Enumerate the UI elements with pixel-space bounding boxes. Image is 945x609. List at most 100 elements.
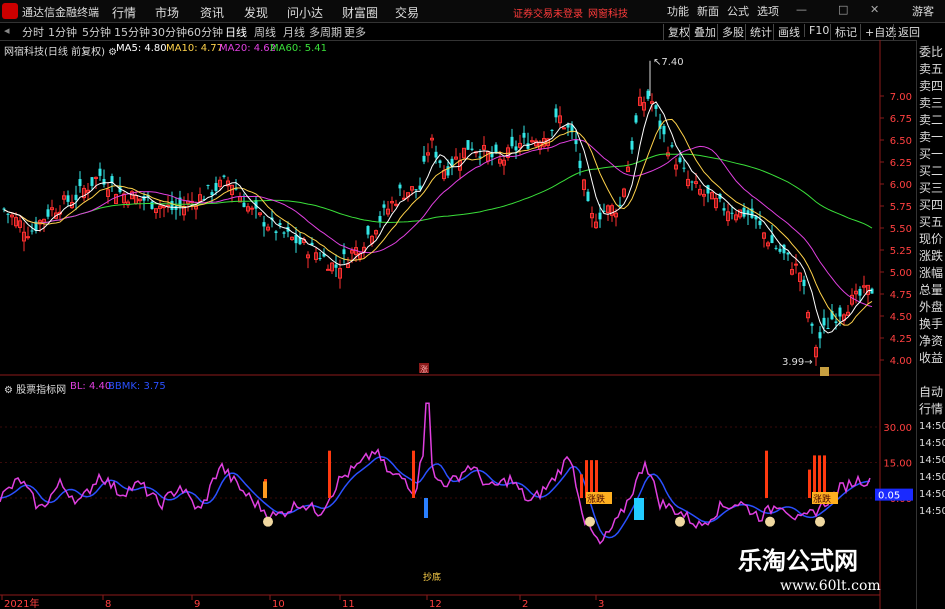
candle-body-down [74, 194, 78, 200]
date-label: 2 [522, 599, 528, 609]
candle-body-down [378, 216, 382, 223]
tab-30min[interactable]: 30分钟 [151, 24, 187, 40]
stock-name: 网宿科技 [4, 47, 44, 58]
menu-shichang[interactable]: 市场 [155, 4, 179, 21]
candle-body-down [294, 234, 298, 244]
side-time-label: 14:50 [919, 489, 945, 500]
candle-body-down [210, 192, 214, 196]
menu-faxian[interactable]: 发现 [244, 4, 268, 21]
broker-link[interactable]: 网窗科技 [588, 5, 628, 20]
candle-body-down [494, 144, 498, 153]
price-label: 6.25 [890, 158, 912, 169]
candle-body-up [250, 207, 254, 210]
candle-body-down [678, 157, 682, 163]
price-label: 6.75 [890, 114, 912, 125]
guest-label[interactable]: 游客 [912, 3, 934, 19]
candle-body-down [262, 222, 266, 227]
signal-bar-red [580, 474, 583, 498]
btn-xinmian[interactable]: 新面 [697, 3, 719, 19]
candle-body-down [522, 132, 526, 138]
candle-body-down [478, 156, 482, 158]
bbmk-line [0, 456, 871, 539]
price-label: 6.50 [890, 136, 912, 147]
candle-body-down [706, 185, 710, 194]
tab-week[interactable]: 周线 [254, 24, 276, 40]
candle-body-down [550, 129, 554, 131]
btn-fanhui[interactable]: 返回 [893, 24, 920, 40]
quote-side-panel: 委比 卖五 卖四 卖三 卖二 卖一 买一 买二 买三 买四 买五 现价 涨跌 涨幅 总量 外盘 换手 净资 收益 自动… [916, 40, 945, 609]
candle-body-down [730, 212, 734, 214]
tab-month[interactable]: 月线 [283, 24, 305, 40]
price-label: 4.50 [890, 312, 912, 323]
tab-fenshi[interactable]: 分时 [22, 24, 44, 40]
watermark-url: www.60lt.com [780, 578, 881, 594]
price-label: 6.00 [890, 180, 912, 191]
price-label: 5.00 [890, 268, 912, 279]
date-label: 10 [272, 599, 285, 609]
candle-body-up [394, 203, 398, 206]
btn-tongji[interactable]: 统计 [745, 24, 772, 40]
btn-diejia[interactable]: 叠加 [689, 24, 716, 40]
minimize-icon[interactable]: — [796, 3, 807, 16]
candle-body-down [206, 184, 210, 186]
candle-body-down [586, 191, 590, 202]
menu-caifuquan[interactable]: 财富圈 [342, 4, 378, 21]
kline-chart[interactable]: ↖7.40 3.99→ 涨 涨跌 涨跌抄底 7.00 6.75 6.50 6.25 6.00 5… [0, 40, 916, 609]
login-notice[interactable]: 证券交易未登录 [513, 5, 583, 20]
side-time-label: 行情 [919, 402, 944, 416]
tab-5min[interactable]: 5分钟 [82, 24, 111, 40]
signal-bar-blue [424, 498, 428, 518]
signal-bar-orange [263, 481, 267, 498]
candle-body-down [834, 321, 838, 323]
bl-line [0, 402, 871, 545]
candle-body-down [78, 179, 82, 187]
btn-xuanxiang[interactable]: 选项 [757, 3, 779, 19]
close-icon[interactable]: ✕ [870, 3, 879, 16]
btn-gongshi[interactable]: 公式 [727, 3, 749, 19]
candle-body-down [318, 258, 322, 260]
ma20-legend: MA20: 4.62 [219, 43, 277, 54]
tab-1min[interactable]: 1分钟 [48, 24, 77, 40]
side-quote-label: 卖四 [919, 79, 944, 93]
marker-box [820, 367, 829, 376]
btn-biaoji[interactable]: 标记 [830, 24, 857, 40]
price-label: 7.00 [890, 92, 912, 103]
settings-icon[interactable]: ⚙ [4, 385, 13, 396]
tab-more[interactable]: 更多 [344, 24, 366, 40]
btn-f10[interactable]: F10 [804, 24, 829, 37]
side-quote-label: 买四 [919, 198, 944, 212]
candle-body-down [278, 222, 282, 226]
candle-body-down [46, 209, 50, 217]
ind-label: 30.00 [883, 423, 912, 434]
menu-hangqing[interactable]: 行情 [112, 4, 136, 21]
tab-day[interactable]: 日线 [225, 24, 247, 40]
tab-15min[interactable]: 15分钟 [114, 24, 150, 40]
menu-zixun[interactable]: 资讯 [200, 4, 224, 21]
high-label: ↖7.40 [653, 57, 684, 68]
candle-body-down [826, 327, 830, 329]
candle-body-down [382, 204, 386, 208]
app-title: 通达信金融终端 [22, 6, 99, 19]
stock-name-label: 网宿科技(日线 前复权) ⚙ [4, 43, 117, 58]
stock-mode: (日线 前复权) [44, 47, 105, 58]
btn-huaxian[interactable]: 画线 [773, 24, 800, 40]
prev-icon[interactable]: ◂ [4, 24, 10, 37]
btn-gongneng[interactable]: 功能 [667, 3, 689, 19]
candle-body-down [630, 140, 634, 150]
candle-body-down [514, 146, 518, 151]
maximize-icon[interactable]: □ [838, 3, 848, 16]
ind-value: 0.05 [878, 491, 900, 502]
price-label: 4.75 [890, 290, 912, 301]
btn-zixuan[interactable]: +自选 [860, 24, 896, 40]
menu-jiaoyi[interactable]: 交易 [395, 4, 419, 21]
side-quote-label: 现价 [919, 232, 944, 246]
menu-wenxiaoda[interactable]: 问小达 [287, 4, 323, 21]
side-quote-label: 卖五 [919, 62, 944, 76]
candle-body-down [98, 168, 102, 176]
tab-60min[interactable]: 60分钟 [187, 24, 223, 40]
btn-duogu[interactable]: 多股 [717, 24, 744, 40]
btn-fuquan[interactable]: 复权 [663, 24, 690, 40]
side-quote-label: 买二 [919, 164, 944, 178]
candle-body-down [282, 232, 286, 234]
tab-multi[interactable]: 多周期 [309, 24, 342, 40]
